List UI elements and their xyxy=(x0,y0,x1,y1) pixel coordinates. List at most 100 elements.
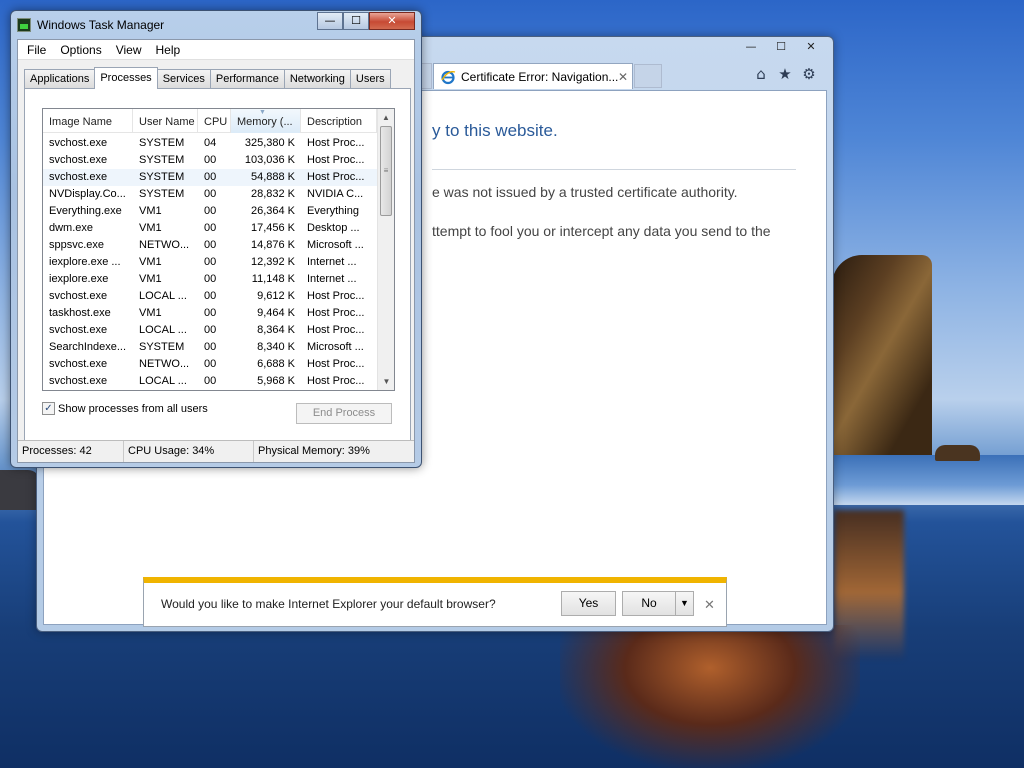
task-manager-window-controls: — ☐ ✕ xyxy=(317,12,415,30)
menu-help[interactable]: Help xyxy=(149,43,188,57)
process-cpu: 00 xyxy=(204,358,217,370)
scroll-up-icon[interactable]: ▲ xyxy=(378,109,394,126)
process-user-name: SYSTEM xyxy=(139,341,185,353)
process-cpu: 00 xyxy=(204,256,217,268)
process-row[interactable]: sppsvc.exe NETWO... 00 14,876 K Microsoft ..… xyxy=(43,237,377,254)
column-image-name[interactable]: Image Name xyxy=(43,109,133,133)
yes-button[interactable]: Yes xyxy=(561,591,616,616)
status-processes: Processes: 42 xyxy=(18,441,124,462)
task-manager-titlebar[interactable]: Windows Task Manager xyxy=(17,16,164,34)
process-cpu: 00 xyxy=(204,290,217,302)
menu-bar: File Options View Help xyxy=(18,40,414,60)
end-process-button[interactable]: End Process xyxy=(296,403,392,424)
process-row[interactable]: svchost.exe LOCAL ... 00 9,612 K Host Proc..… xyxy=(43,288,377,305)
process-user-name: NETWO... xyxy=(139,358,190,370)
cert-error-text-2: ttempt to fool you or intercept any data… xyxy=(432,223,771,239)
scroll-thumb[interactable]: ≡ xyxy=(380,126,392,216)
process-image-name: svchost.exe xyxy=(49,154,108,166)
bar-close-icon[interactable]: ✕ xyxy=(704,597,715,613)
tab-processes[interactable]: Processes xyxy=(94,67,158,89)
process-cpu: 00 xyxy=(204,375,217,387)
sunset-reflection xyxy=(560,625,860,768)
process-row[interactable]: taskhost.exe VM1 00 9,464 K Host Proc... xyxy=(43,305,377,322)
tab-networking[interactable]: Networking xyxy=(283,69,351,88)
process-description: Host Proc... xyxy=(307,324,365,336)
processes-panel: Image Name User Name CPU ▼ Memory (... D… xyxy=(24,88,411,442)
favorites-star-icon[interactable]: ★ xyxy=(773,65,797,83)
process-memory: 325,380 K xyxy=(244,137,295,149)
process-cpu: 00 xyxy=(204,341,217,353)
process-cpu: 00 xyxy=(204,324,217,336)
process-user-name: VM1 xyxy=(139,256,162,268)
process-image-name: iexplore.exe ... xyxy=(49,256,121,268)
tm-minimize-button[interactable]: — xyxy=(317,12,343,30)
menu-options[interactable]: Options xyxy=(53,43,108,57)
process-list-header: Image Name User Name CPU ▼ Memory (... D… xyxy=(43,109,377,133)
cert-error-text-1: e was not issued by a trusted certificat… xyxy=(432,184,738,200)
ie-tab-certificate-error[interactable]: Certificate Error: Navigation... ✕ xyxy=(433,63,633,89)
process-memory: 103,036 K xyxy=(244,154,295,166)
column-description[interactable]: Description xyxy=(301,109,377,133)
process-cpu: 00 xyxy=(204,222,217,234)
process-image-name: svchost.exe xyxy=(49,324,108,336)
process-rows: svchost.exe SYSTEM 04 325,380 K Host Proc...… xyxy=(43,135,377,390)
process-image-name: svchost.exe xyxy=(49,137,108,149)
column-user-name[interactable]: User Name xyxy=(133,109,198,133)
process-row[interactable]: svchost.exe SYSTEM 04 325,380 K Host Proc... xyxy=(43,135,377,152)
process-row[interactable]: dwm.exe VM1 00 17,456 K Desktop ... xyxy=(43,220,377,237)
process-row[interactable]: svchost.exe SYSTEM 00 54,888 K Host Proc... xyxy=(43,169,377,186)
process-user-name: LOCAL ... xyxy=(139,375,187,387)
ie-logo-icon xyxy=(441,70,456,84)
process-description: Host Proc... xyxy=(307,137,365,149)
no-dropdown-icon[interactable]: ▼ xyxy=(675,592,693,615)
ie-toolbar: ⌂ ★ ⚙ xyxy=(749,65,821,83)
process-list: Image Name User Name CPU ▼ Memory (... D… xyxy=(42,108,395,391)
process-list-scrollbar[interactable]: ▲ ≡ ▼ xyxy=(377,109,394,390)
tab-performance[interactable]: Performance xyxy=(209,69,285,88)
ie-tab-close-icon[interactable]: ✕ xyxy=(618,70,632,84)
process-description: Host Proc... xyxy=(307,171,365,183)
process-row[interactable]: svchost.exe NETWO... 00 6,688 K Host Proc... xyxy=(43,356,377,373)
process-cpu: 00 xyxy=(204,171,217,183)
no-button[interactable]: No ▼ xyxy=(622,591,694,616)
process-row[interactable]: svchost.exe SYSTEM 00 103,036 K Host Proc... xyxy=(43,152,377,169)
ie-minimize-button[interactable]: — xyxy=(737,39,765,55)
ie-maximize-button[interactable]: ☐ xyxy=(767,39,795,55)
tm-maximize-button[interactable]: ☐ xyxy=(343,12,369,30)
process-cpu: 00 xyxy=(204,205,217,217)
menu-view[interactable]: View xyxy=(109,43,149,57)
tools-gear-icon[interactable]: ⚙ xyxy=(797,65,821,83)
show-all-checkbox[interactable]: ✓ xyxy=(42,402,55,415)
default-browser-bar: Would you like to make Internet Explorer… xyxy=(143,577,727,627)
ie-close-button[interactable]: ✕ xyxy=(797,39,825,55)
default-browser-message: Would you like to make Internet Explorer… xyxy=(161,597,496,611)
tm-close-button[interactable]: ✕ xyxy=(369,12,415,30)
process-row[interactable]: Everything.exe VM1 00 26,364 K Everything xyxy=(43,203,377,220)
process-memory: 8,364 K xyxy=(257,324,295,336)
process-user-name: SYSTEM xyxy=(139,137,185,149)
process-image-name: iexplore.exe xyxy=(49,273,109,285)
process-user-name: NETWO... xyxy=(139,239,190,251)
ie-new-tab[interactable] xyxy=(634,64,662,88)
process-user-name: VM1 xyxy=(139,222,162,234)
tab-users[interactable]: Users xyxy=(349,69,391,88)
process-image-name: svchost.exe xyxy=(49,358,108,370)
process-row[interactable]: svchost.exe LOCAL ... 00 5,968 K Host Proc..… xyxy=(43,373,377,390)
process-row[interactable]: iexplore.exe VM1 00 11,148 K Internet ... xyxy=(43,271,377,288)
tab-services[interactable]: Services xyxy=(156,69,211,88)
process-row[interactable]: SearchIndexe... SYSTEM 00 8,340 K Microsoft … xyxy=(43,339,377,356)
column-cpu[interactable]: CPU xyxy=(198,109,231,133)
tab-applications[interactable]: Applications xyxy=(24,69,96,88)
process-row[interactable]: iexplore.exe ... VM1 00 12,392 K Internet ..… xyxy=(43,254,377,271)
show-all-processes[interactable]: ✓ Show processes from all users xyxy=(42,402,208,415)
process-image-name: NVDisplay.Co... xyxy=(49,188,126,200)
column-memory[interactable]: ▼ Memory (... xyxy=(231,109,301,133)
process-description: Host Proc... xyxy=(307,307,365,319)
menu-file[interactable]: File xyxy=(20,43,53,57)
process-cpu: 00 xyxy=(204,307,217,319)
scroll-down-icon[interactable]: ▼ xyxy=(378,373,394,390)
home-icon[interactable]: ⌂ xyxy=(749,65,773,83)
process-row[interactable]: svchost.exe LOCAL ... 00 8,364 K Host Proc..… xyxy=(43,322,377,339)
process-row[interactable]: NVDisplay.Co... SYSTEM 00 28,832 K NVIDIA C.… xyxy=(43,186,377,203)
process-memory: 9,612 K xyxy=(257,290,295,302)
